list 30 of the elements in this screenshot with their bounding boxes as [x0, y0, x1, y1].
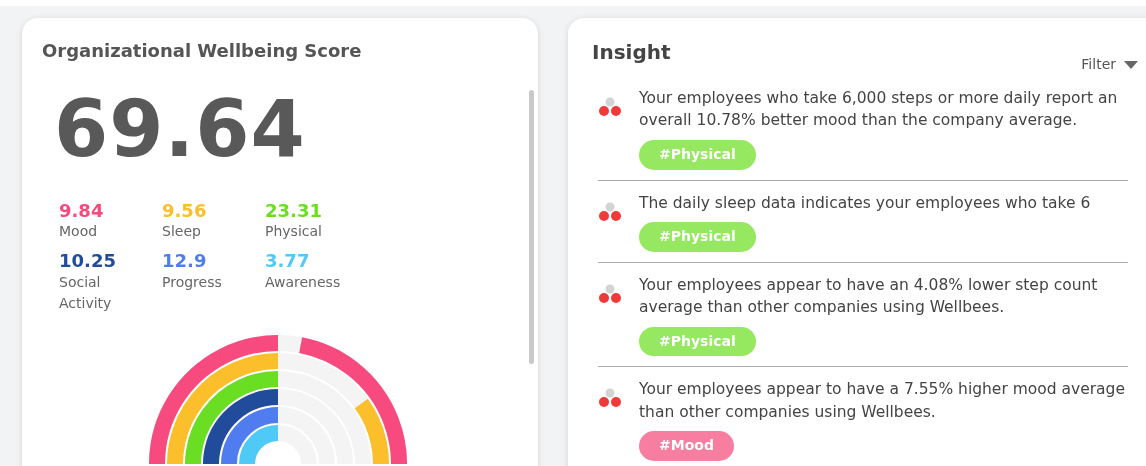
tag[interactable]: #Physical [639, 222, 756, 252]
tag[interactable]: #Mood [639, 431, 734, 461]
metric-label: Progress [162, 272, 223, 292]
metric-label: Awareness [265, 272, 342, 292]
metric-label: Social Activity [59, 272, 113, 313]
insight-text: Your employees who take 6,000 steps or more daily report an overall 10.78% better mood than the company average. [639, 88, 1119, 132]
score-value: 69.64 [54, 89, 307, 168]
metric-value: 23.31 [265, 199, 323, 222]
dots-icon [598, 388, 622, 409]
dots-icon [598, 283, 622, 304]
metric-value: 9.84 [59, 199, 105, 222]
caret-icon [1124, 60, 1138, 69]
insight-text: Your employees appear to have a 7.55% higher mood average than other companies using Wellbees. [639, 379, 1126, 423]
metric-value: 3.77 [265, 250, 311, 272]
metric-label: Mood [59, 222, 99, 242]
card-title: Organizational Wellbeing Score [42, 40, 363, 62]
metric-value: 10.25 [59, 250, 117, 272]
tag[interactable]: #Physical [639, 326, 756, 357]
filter-dropdown[interactable]: Filter [1081, 54, 1138, 75]
metric-label: Sleep [162, 222, 202, 242]
metric-value: 9.56 [162, 199, 208, 222]
tag[interactable]: #Physical [639, 139, 756, 170]
metric-value: 12.9 [162, 250, 208, 272]
scrollbar[interactable] [529, 90, 534, 364]
insight-text: Your employees appear to have an 4.08% lower step count average than other companies using Wellbees. [639, 274, 1099, 319]
card-title: Insight [592, 40, 671, 64]
metric-label: Physical [265, 222, 323, 242]
dots-icon [598, 201, 622, 222]
dots-icon [598, 97, 622, 117]
insight-text: The daily sleep data indicates your employees who take 6 [639, 192, 1092, 214]
